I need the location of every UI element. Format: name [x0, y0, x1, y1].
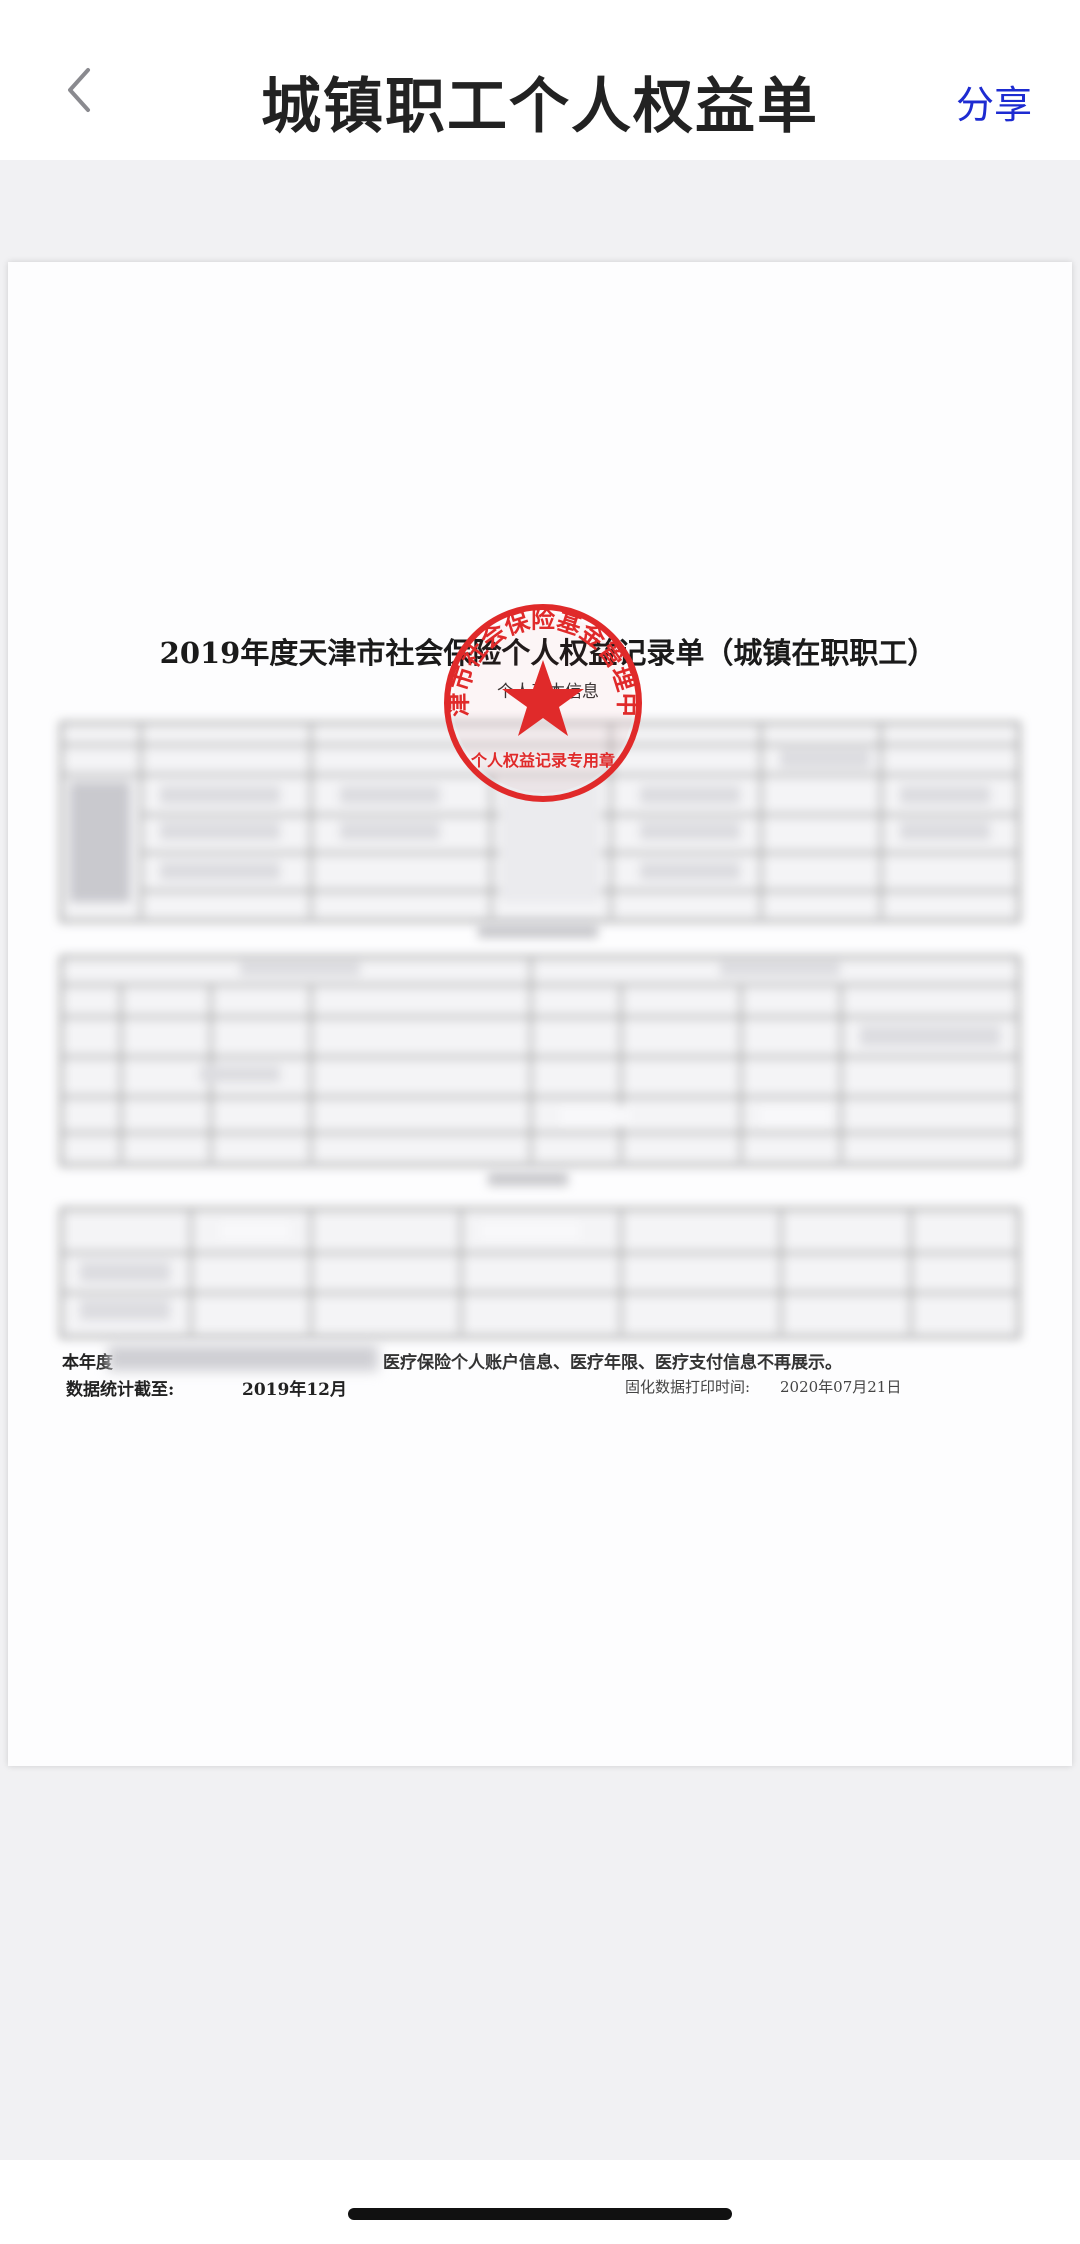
home-indicator[interactable]: [348, 2208, 732, 2220]
seal-bottom-text: 个人权益记录专用章: [470, 751, 615, 770]
section-label: [488, 1172, 568, 1186]
stat-label: 数据统计截至:: [66, 1380, 175, 1400]
note-prefix: 本年度: [62, 1353, 113, 1373]
print-time-label: 固化数据打印时间:: [625, 1378, 751, 1396]
page-title: 城镇职工个人权益单: [261, 72, 819, 142]
note-redacted: [108, 1345, 378, 1371]
note-text: 医疗保险个人账户信息、医疗年限、医疗支付信息不再展示。: [383, 1353, 842, 1373]
print-time-value: 2020年07月21日: [780, 1378, 902, 1396]
share-button[interactable]: 分享: [956, 74, 1032, 129]
contribution-table: [60, 956, 1020, 1166]
stat-value: 2019年12月: [242, 1380, 347, 1400]
bottom-safe-area: [0, 2160, 1080, 2244]
account-table: [60, 1208, 1020, 1338]
section-label: [478, 924, 598, 938]
nav-bar: 城镇职工个人权益单 分享: [0, 0, 1080, 160]
official-seal: 天津市社会保险基金管理中心 个人权益记录专用章: [438, 598, 642, 802]
document-sheet: 2019年度天津市社会保险个人权益记录单（城镇在职职工） 个人基本信息: [8, 262, 1072, 1766]
